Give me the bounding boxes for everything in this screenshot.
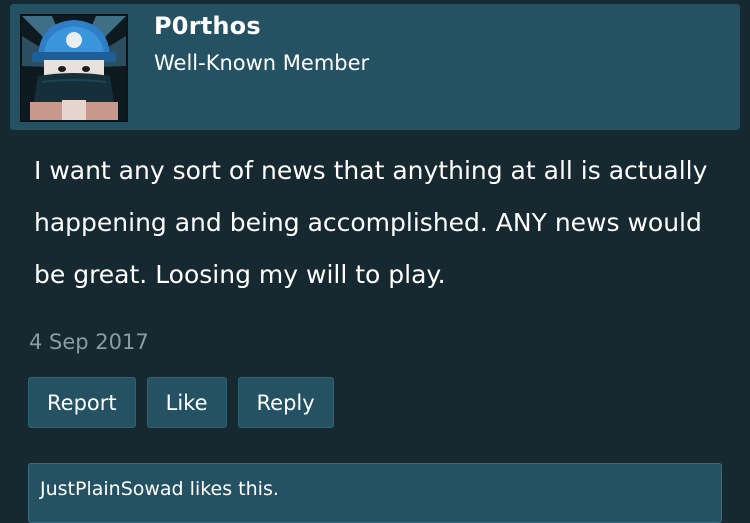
avatar-image (22, 16, 126, 120)
post-message: I want any sort of news that anything at… (34, 156, 708, 289)
report-button[interactable]: Report (28, 377, 136, 428)
likes-text[interactable]: JustPlainSowad likes this. (40, 478, 279, 500)
post-user-header: P0rthos Well-Known Member (10, 4, 740, 130)
post-actions: Report Like Reply (28, 377, 334, 428)
likes-summary: JustPlainSowad likes this. (28, 463, 722, 523)
username[interactable]: P0rthos (154, 12, 261, 40)
post-date[interactable]: 4 Sep 2017 (29, 330, 149, 354)
like-button[interactable]: Like (146, 377, 227, 428)
reply-button[interactable]: Reply (237, 377, 334, 428)
avatar[interactable] (20, 14, 128, 122)
user-title: Well-Known Member (154, 51, 370, 75)
